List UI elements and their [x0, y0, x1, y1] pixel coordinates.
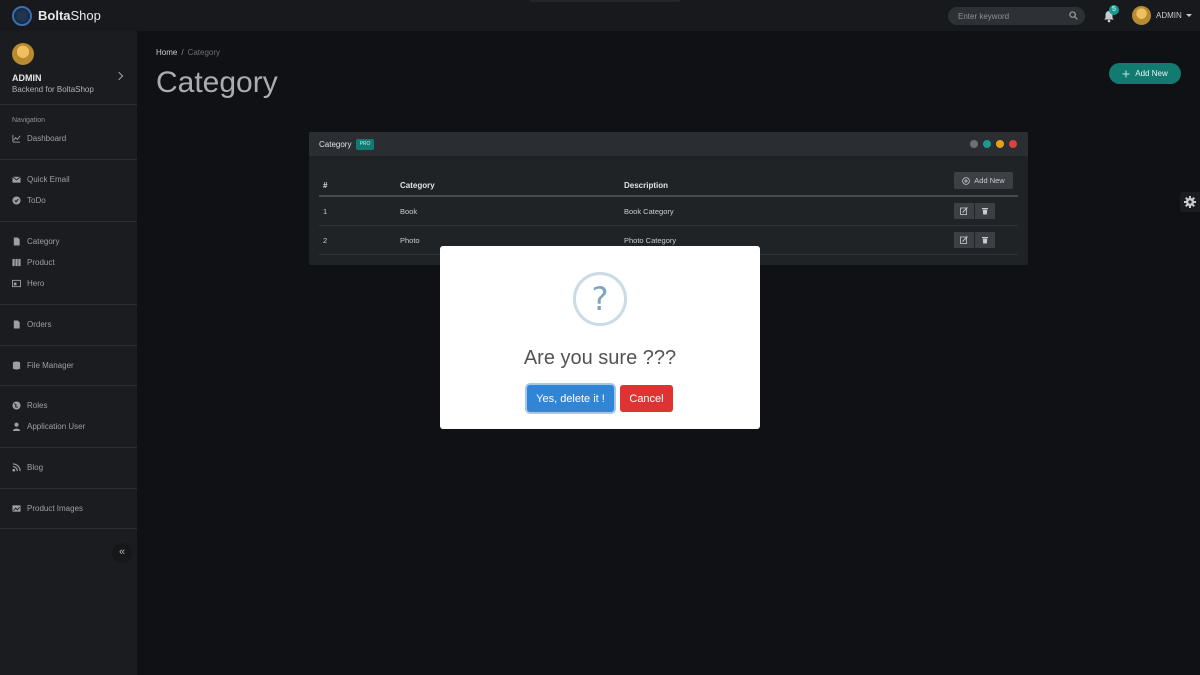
image-icon: [12, 279, 21, 288]
sidebar-item-product[interactable]: Product: [12, 258, 55, 267]
sidebar-divider: [0, 447, 137, 448]
cell-id: 2: [323, 236, 328, 245]
top-decoration: [530, 0, 680, 2]
caret-down-icon[interactable]: [1186, 14, 1192, 17]
globe-icon: [12, 401, 21, 410]
sidebar-item-todo[interactable]: ToDo: [12, 196, 46, 205]
question-icon: ?: [573, 272, 627, 326]
sidebar-divider: [0, 304, 137, 305]
blog-icon: [12, 463, 21, 472]
chevron-right-icon[interactable]: [114, 71, 124, 81]
sidebar-item-roles[interactable]: Roles: [12, 401, 47, 410]
column-header-category: Category: [400, 181, 435, 190]
panel-title: Category: [319, 140, 352, 149]
pro-badge: PRO: [356, 139, 374, 150]
file-icon: [13, 237, 20, 246]
nav-heading: Navigation: [12, 117, 46, 124]
sidebar-item-blog[interactable]: Blog: [12, 463, 43, 472]
sidebar: ADMIN Backend for BoltaShop Navigation D…: [0, 31, 137, 675]
plus-icon: [1122, 70, 1130, 77]
delete-button[interactable]: [975, 232, 995, 248]
cell-category: Photo: [400, 236, 420, 245]
brand[interactable]: BoltaShop: [12, 5, 101, 26]
sidebar-item-orders[interactable]: Orders: [12, 320, 51, 329]
edit-icon: [960, 207, 968, 215]
cell-description: Photo Category: [624, 236, 677, 245]
sidebar-divider: [0, 528, 137, 529]
file-icon: [13, 320, 20, 329]
sidebar-item-hero[interactable]: Hero: [12, 279, 44, 288]
sidebar-collapse-button[interactable]: «: [112, 543, 132, 563]
sidebar-profile[interactable]: ADMIN Backend for BoltaShop: [0, 31, 137, 105]
chart-line-icon: [12, 134, 21, 143]
settings-gear-button[interactable]: [1180, 192, 1200, 212]
profile-name: ADMIN: [12, 73, 42, 83]
column-header-description: Description: [624, 181, 669, 190]
close-icon[interactable]: [1009, 140, 1017, 148]
cell-category: Book: [400, 207, 418, 216]
edit-button[interactable]: [954, 232, 974, 248]
sidebar-divider: [0, 221, 137, 222]
gear-icon: [1184, 196, 1196, 208]
check-circle-icon: [12, 196, 21, 205]
table-header-divider: [319, 195, 1018, 197]
profile-subtitle: Backend for BoltaShop: [12, 85, 94, 94]
sidebar-divider: [0, 385, 137, 386]
cell-id: 1: [323, 207, 328, 216]
sidebar-item-application-user[interactable]: Application User: [12, 422, 85, 431]
column-header-id: #: [323, 181, 328, 190]
plus-circle-icon: [962, 176, 971, 185]
sidebar-item-file-manager[interactable]: File Manager: [12, 361, 74, 370]
notification-badge: 5: [1109, 5, 1119, 15]
delete-button[interactable]: [975, 203, 995, 219]
search-box: [948, 7, 1085, 25]
reload-icon[interactable]: [983, 140, 991, 148]
expand-icon[interactable]: [970, 140, 978, 148]
avatar: [12, 43, 34, 65]
brand-name: BoltaShop: [38, 8, 101, 23]
sidebar-divider: [0, 488, 137, 489]
sidebar-divider: [0, 345, 137, 346]
sidebar-item-category[interactable]: Category: [12, 237, 59, 246]
minimize-icon[interactable]: [996, 140, 1004, 148]
columns-icon: [12, 258, 21, 267]
database-icon: [12, 361, 21, 370]
user-icon: [12, 422, 21, 431]
dialog-title: Are you sure ???: [523, 347, 677, 369]
edit-icon: [960, 236, 968, 244]
cancel-button[interactable]: Cancel: [620, 385, 673, 412]
image-icon: [12, 505, 21, 512]
breadcrumb-current: Category: [187, 48, 221, 57]
envelope-icon: [12, 176, 21, 183]
avatar[interactable]: [1132, 6, 1151, 25]
row-divider: [319, 225, 1018, 226]
cell-description: Book Category: [624, 207, 674, 216]
user-menu-label[interactable]: ADMIN: [1156, 11, 1182, 20]
add-new-button[interactable]: Add New: [1109, 63, 1181, 84]
top-bar: BoltaShop 5 ADMIN: [0, 0, 1200, 31]
sidebar-divider: [0, 159, 137, 160]
panel-add-new-button[interactable]: Add New: [954, 172, 1013, 189]
trash-icon: [982, 237, 988, 244]
panel-header: Category PRO: [309, 132, 1028, 156]
trash-icon: [982, 208, 988, 215]
edit-button[interactable]: [954, 203, 974, 219]
search-icon[interactable]: [1069, 11, 1078, 20]
confirm-delete-button[interactable]: Yes, delete it !: [527, 385, 614, 412]
confirm-dialog: ? Are you sure ??? Yes, delete it ! Canc…: [440, 246, 760, 429]
page-title: Category: [156, 66, 278, 99]
sidebar-item-dashboard[interactable]: Dashboard: [12, 134, 66, 143]
breadcrumb-home[interactable]: Home: [156, 48, 177, 57]
sidebar-item-quick-email[interactable]: Quick Email: [12, 175, 70, 184]
search-input[interactable]: [958, 11, 1063, 21]
brand-logo-icon: [12, 5, 32, 26]
sidebar-item-product-images[interactable]: Product Images: [12, 504, 83, 513]
breadcrumb: Home / Category: [156, 48, 221, 57]
